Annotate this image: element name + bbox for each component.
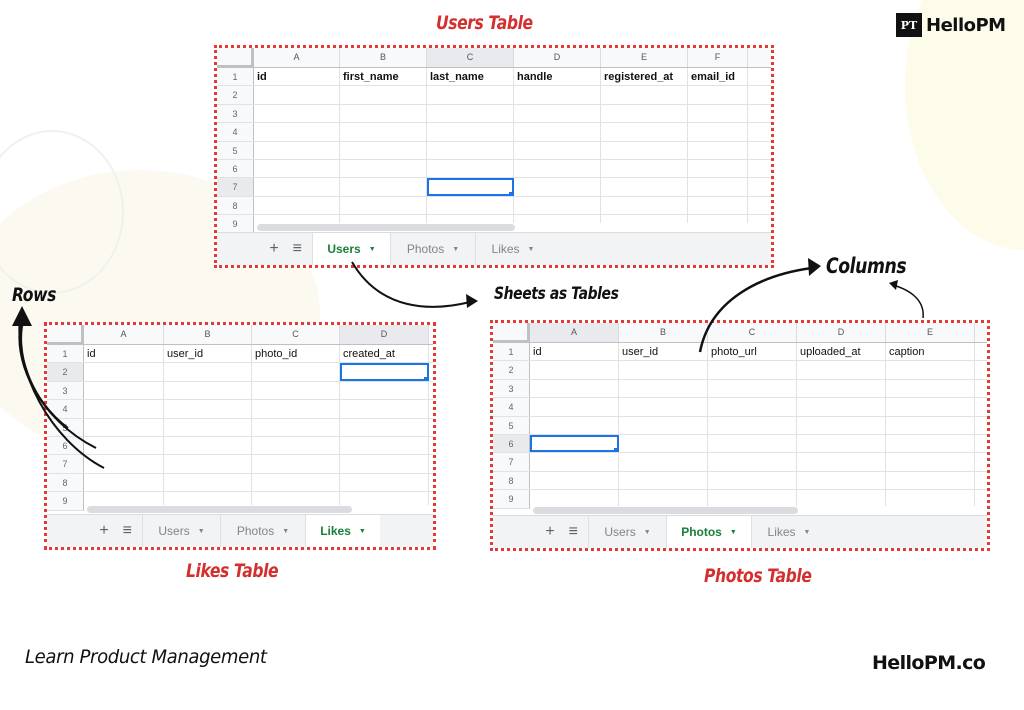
arrow-users-to-sheets bbox=[351, 261, 471, 308]
arrowhead-rows bbox=[12, 306, 32, 326]
arrow-to-columns bbox=[698, 266, 813, 353]
annotation-arrows bbox=[12, 258, 924, 469]
arrow-caption-to-columns bbox=[892, 284, 924, 319]
footer-tagline: Learn Product Management bbox=[25, 646, 267, 668]
arrowhead-columns bbox=[808, 258, 821, 276]
arrowhead-sheets bbox=[466, 294, 478, 308]
arrowhead-columns-small bbox=[889, 280, 898, 290]
footer-site[interactable]: HelloPM.co bbox=[872, 652, 986, 674]
